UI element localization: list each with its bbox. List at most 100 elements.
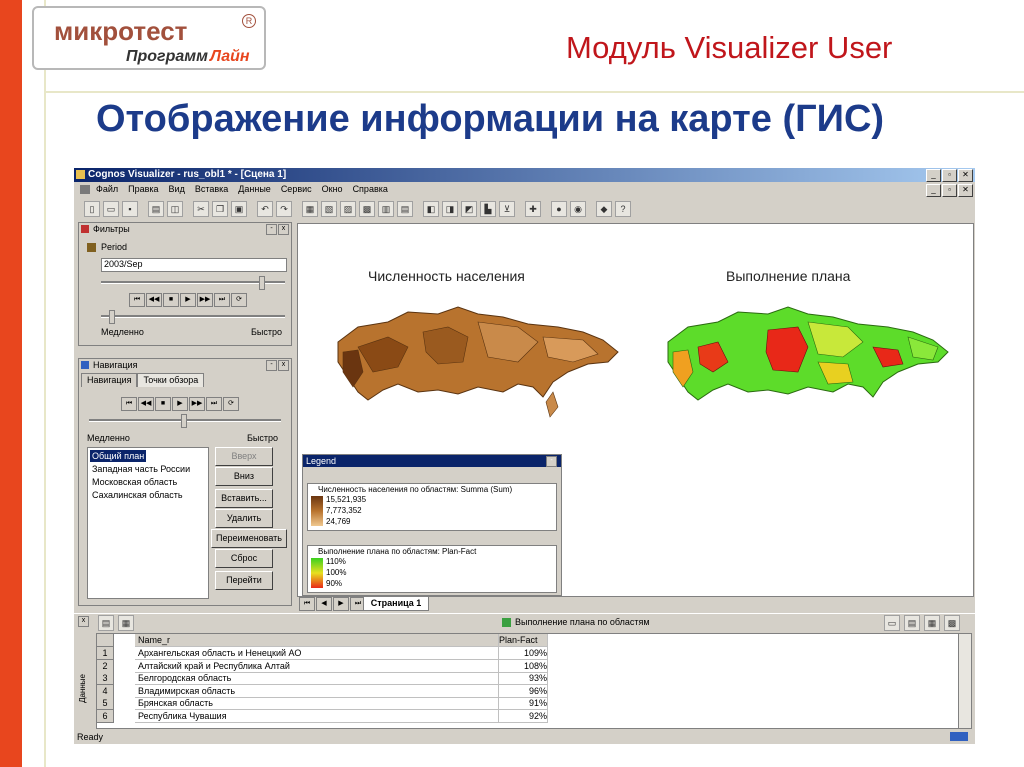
close-button[interactable]: ✕ — [958, 169, 973, 182]
filter-pane-icon[interactable]: ▦ — [302, 201, 318, 217]
menu-item[interactable]: Вид — [169, 184, 185, 194]
help-icon[interactable]: ? — [615, 201, 631, 217]
next-icon[interactable]: ▶▶ — [197, 293, 213, 307]
move-down-button[interactable]: Вниз — [215, 467, 273, 486]
data-panel-icon-1[interactable]: ▤ — [98, 615, 114, 631]
table-row[interactable]: 2 Алтайский край и Республика Алтай 108% — [97, 659, 957, 673]
filter-icon[interactable]: ⊻ — [499, 201, 515, 217]
nav-last-icon[interactable]: ⏭ — [206, 397, 222, 411]
first-icon[interactable]: ⏮ — [129, 293, 145, 307]
speed-slider-thumb[interactable] — [109, 310, 115, 324]
open-icon[interactable]: ▭ — [103, 201, 119, 217]
list-item[interactable]: Сахалинская область — [90, 489, 185, 501]
legend-panel[interactable]: Legend - Численность населения по област… — [302, 454, 562, 596]
column-header-name[interactable]: Name_r — [135, 634, 499, 647]
nav-prev-icon[interactable]: ◀◀ — [138, 397, 154, 411]
plan-map[interactable] — [658, 292, 958, 432]
speed-slider[interactable] — [101, 315, 285, 318]
delete-button[interactable]: Удалить — [215, 509, 273, 528]
vertical-scrollbar[interactable] — [958, 634, 971, 728]
view-icon-1[interactable]: ▭ — [884, 615, 900, 631]
page-tab[interactable]: Страница 1 — [363, 596, 429, 611]
menu-item[interactable]: Справка — [353, 184, 388, 194]
menu-item[interactable]: Вставка — [195, 184, 228, 194]
bar-chart-icon[interactable]: ▙ — [480, 201, 496, 217]
period-slider-thumb[interactable] — [259, 276, 265, 290]
list-item[interactable]: Западная часть России — [90, 463, 192, 475]
menu-item[interactable]: Окно — [322, 184, 343, 194]
column-header-value[interactable]: Plan-Fact — [499, 634, 548, 647]
data-panel-close-button[interactable]: x — [78, 616, 89, 627]
loop-icon[interactable]: ⟳ — [231, 293, 247, 307]
copy-icon[interactable]: ❐ — [212, 201, 228, 217]
insert-map-icon[interactable]: ◨ — [442, 201, 458, 217]
cut-icon[interactable]: ✂ — [193, 201, 209, 217]
reset-button[interactable]: Сброс — [215, 549, 273, 568]
period-field[interactable]: 2003/Sep — [101, 258, 287, 272]
table-row[interactable]: 5 Брянская область 91% — [97, 697, 957, 710]
view-icon-2[interactable]: ▤ — [904, 615, 920, 631]
nav-stop-icon[interactable]: ■ — [155, 397, 171, 411]
data-view-icon[interactable]: ▥ — [378, 201, 394, 217]
save-icon[interactable]: ▪ — [122, 201, 138, 217]
preview-icon[interactable]: ◫ — [167, 201, 183, 217]
color-icon[interactable]: ◉ — [570, 201, 586, 217]
nav-first-icon[interactable]: ⏮ — [121, 397, 137, 411]
undo-icon[interactable]: ↶ — [257, 201, 273, 217]
doc-close-button[interactable]: ✕ — [958, 184, 973, 197]
table-row[interactable]: 1 Архангельская область и Ненецкий АО 109% — [97, 647, 957, 660]
insert-button[interactable]: Вставить... — [215, 489, 273, 508]
first-page-icon[interactable]: ⏮ — [299, 597, 315, 611]
prev-page-icon[interactable]: ◀ — [316, 597, 332, 611]
menu-item[interactable]: Правка — [128, 184, 158, 194]
paste-icon[interactable]: ▣ — [231, 201, 247, 217]
navigation-pane-icon[interactable]: ▧ — [321, 201, 337, 217]
data-panel-icon-2[interactable]: ▦ — [118, 615, 134, 631]
list-item[interactable]: Общий план — [90, 450, 147, 462]
list-item[interactable]: Московская область — [90, 476, 179, 488]
redo-icon[interactable]: ↷ — [276, 201, 292, 217]
rename-button[interactable]: Переименовать — [211, 529, 287, 548]
globe-icon[interactable]: ● — [551, 201, 567, 217]
table-row[interactable]: 3 Белгородская область 93% — [97, 672, 957, 685]
nav-next-icon[interactable]: ▶▶ — [189, 397, 205, 411]
filters-close-button[interactable]: x — [278, 224, 289, 235]
legend-minimize-button[interactable]: - — [546, 456, 557, 467]
nav-speed-slider-thumb[interactable] — [181, 414, 187, 428]
doc-minimize-button[interactable]: _ — [926, 184, 941, 197]
add-icon[interactable]: ✚ — [525, 201, 541, 217]
filters-collapse-button[interactable]: - — [266, 224, 277, 235]
last-icon[interactable]: ⏭ — [214, 293, 230, 307]
minimize-button[interactable]: _ — [926, 169, 941, 182]
population-map[interactable] — [328, 292, 628, 432]
scene-icon[interactable]: ▤ — [397, 201, 413, 217]
viewpoints-list[interactable]: Общий план Западная часть России Московс… — [87, 447, 209, 599]
menu-item[interactable]: Сервис — [281, 184, 312, 194]
play-icon[interactable]: ▶ — [180, 293, 196, 307]
tab-viewpoints[interactable]: Точки обзора — [137, 373, 205, 387]
nav-loop-icon[interactable]: ⟳ — [223, 397, 239, 411]
period-slider[interactable] — [101, 281, 285, 284]
move-up-button[interactable]: Вверх — [215, 447, 273, 466]
insert-chart-icon[interactable]: ◩ — [461, 201, 477, 217]
insert-icon[interactable]: ◧ — [423, 201, 439, 217]
new-icon[interactable]: ▯ — [84, 201, 100, 217]
table-row[interactable]: 6 Республика Чувашия 92% — [97, 709, 957, 723]
print-icon[interactable]: ▤ — [148, 201, 164, 217]
doc-restore-button[interactable]: ▫ — [942, 184, 957, 197]
tab-navigation[interactable]: Навигация — [81, 373, 138, 387]
menu-item[interactable]: Файл — [96, 184, 118, 194]
next-page-icon[interactable]: ▶ — [333, 597, 349, 611]
maximize-button[interactable]: ▫ — [942, 169, 957, 182]
book-icon[interactable]: ◆ — [596, 201, 612, 217]
stop-icon[interactable]: ■ — [163, 293, 179, 307]
legend-icon[interactable]: ▨ — [340, 201, 356, 217]
nav-play-icon[interactable]: ▶ — [172, 397, 188, 411]
navigation-close-button[interactable]: x — [278, 360, 289, 371]
table-row[interactable]: 4 Владимирская область 96% — [97, 684, 957, 698]
view-icon-4[interactable]: ▩ — [944, 615, 960, 631]
prev-icon[interactable]: ◀◀ — [146, 293, 162, 307]
window-titlebar[interactable]: Cognos Visualizer - rus_obl1 * - [Сцена … — [74, 168, 975, 182]
view-icon-3[interactable]: ▦ — [924, 615, 940, 631]
go-button[interactable]: Перейти — [215, 571, 273, 590]
